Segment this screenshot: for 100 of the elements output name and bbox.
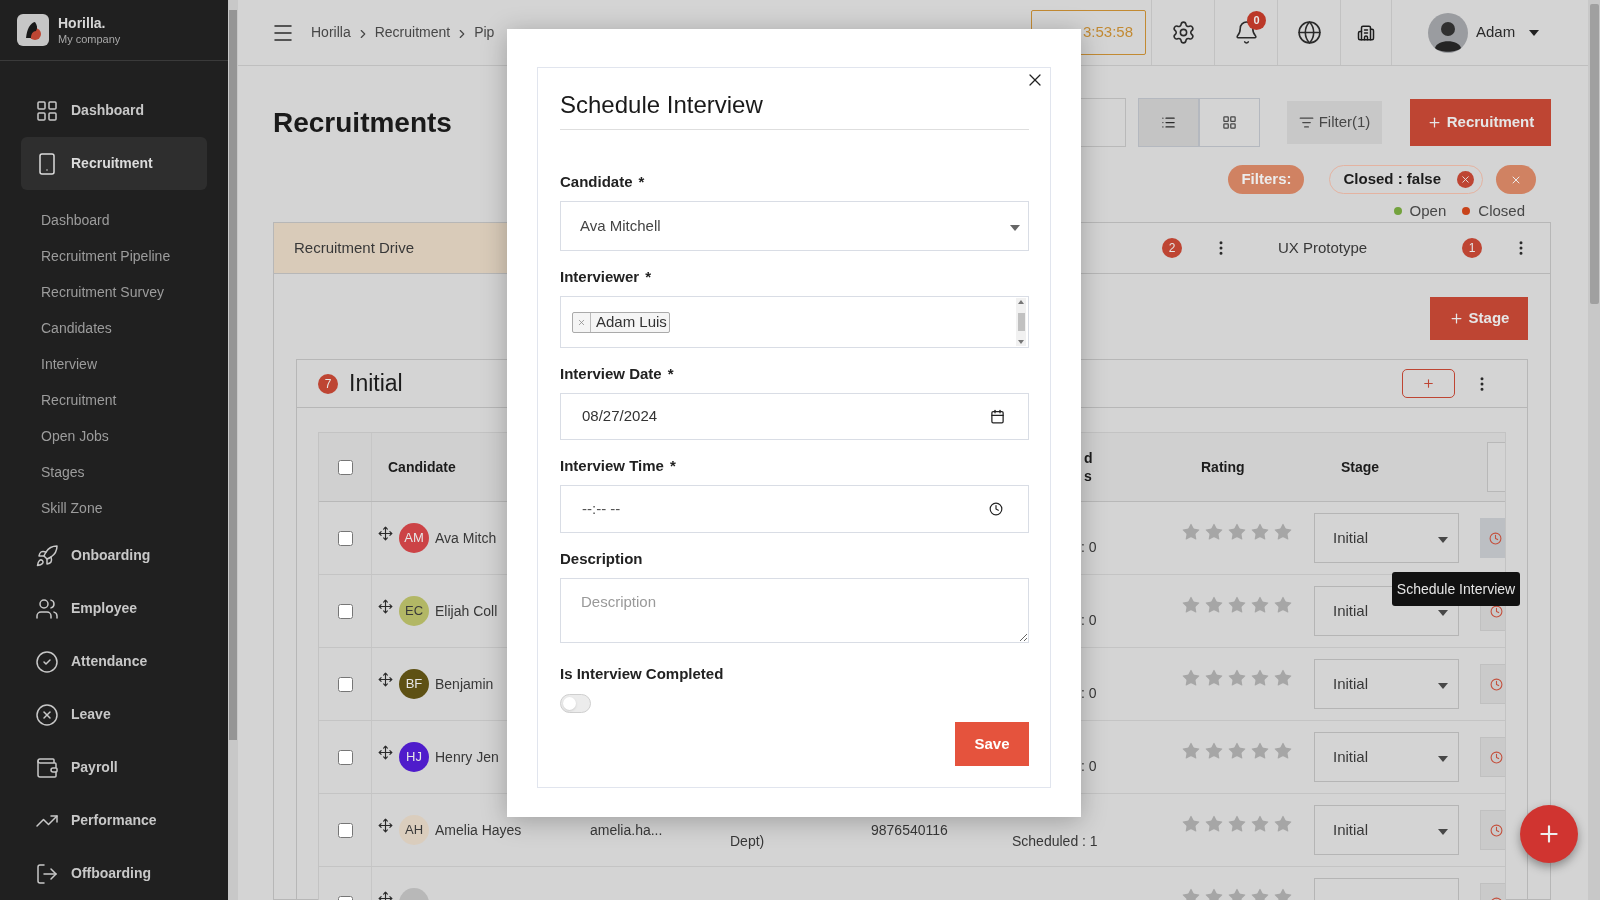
submenu-item[interactable]: Recruitment Pipeline xyxy=(41,245,171,267)
row-checkbox[interactable] xyxy=(337,530,353,546)
drag-handle-icon[interactable] xyxy=(378,817,393,833)
toggle-switch[interactable] xyxy=(560,694,591,713)
filter-button[interactable]: Filter(1) xyxy=(1287,101,1382,144)
drag-handle-icon[interactable] xyxy=(378,744,393,760)
star-icon[interactable] xyxy=(1227,741,1247,761)
star-icon[interactable] xyxy=(1204,668,1224,688)
star-icon[interactable] xyxy=(1273,668,1293,688)
drag-handle-icon[interactable] xyxy=(378,598,393,614)
scrollbar[interactable] xyxy=(228,0,238,900)
star-icon[interactable] xyxy=(1273,814,1293,834)
submenu-item[interactable]: Dashboard xyxy=(41,209,110,231)
star-icon[interactable] xyxy=(1181,814,1201,834)
star-icon[interactable] xyxy=(1181,522,1201,542)
submenu-item[interactable]: Interview xyxy=(41,353,98,375)
breadcrumb-link[interactable]: Pip xyxy=(474,22,495,43)
clock-icon[interactable] xyxy=(989,502,1003,516)
stage-select[interactable]: Initial xyxy=(1314,513,1459,563)
interviewer-chip[interactable]: Adam Luis xyxy=(572,311,670,333)
star-rating[interactable] xyxy=(1181,595,1293,615)
remove-filter-icon[interactable] xyxy=(1457,171,1474,188)
star-icon[interactable] xyxy=(1273,595,1293,615)
filter-chip[interactable]: Closed : false xyxy=(1329,165,1483,194)
interviewer-select[interactable]: Adam Luis xyxy=(560,296,1029,348)
add-recruitment-button[interactable]: Recruitment xyxy=(1410,99,1551,146)
user-name[interactable]: Adam xyxy=(1476,21,1516,44)
add-button[interactable] xyxy=(1402,369,1455,398)
star-rating[interactable] xyxy=(1181,741,1293,761)
star-rating[interactable] xyxy=(1181,522,1293,542)
breadcrumb-link[interactable]: Horilla xyxy=(311,22,351,43)
star-icon[interactable] xyxy=(1250,668,1270,688)
star-icon[interactable] xyxy=(1181,668,1201,688)
submenu-item[interactable]: Candidates xyxy=(41,317,112,339)
drag-handle-icon[interactable] xyxy=(378,671,393,687)
sidebar-item[interactable]: Attendance xyxy=(21,635,207,688)
star-icon[interactable] xyxy=(1273,741,1293,761)
clear-filters-button[interactable] xyxy=(1496,165,1536,194)
sidebar-item[interactable]: Leave xyxy=(21,688,207,741)
star-icon[interactable] xyxy=(1250,814,1270,834)
submenu-item[interactable]: Open Jobs xyxy=(41,425,109,447)
star-icon[interactable] xyxy=(1227,595,1247,615)
field-label: Description xyxy=(560,549,644,569)
sidebar-item[interactable]: Offboarding xyxy=(21,847,207,900)
avatar[interactable] xyxy=(1428,12,1468,53)
candidate-select[interactable]: Ava Mitchell xyxy=(560,201,1029,251)
star-icon[interactable] xyxy=(1204,741,1224,761)
scrollbar[interactable] xyxy=(1588,0,1600,900)
select-all-checkbox[interactable] xyxy=(337,459,353,475)
star-icon[interactable] xyxy=(1273,522,1293,542)
star-icon[interactable] xyxy=(1181,741,1201,761)
date-field[interactable]: 08/27/2024 xyxy=(560,393,1029,440)
submenu-item[interactable]: Stages xyxy=(41,461,85,483)
description-field[interactable]: Description xyxy=(560,578,1029,643)
submenu-item[interactable]: Skill Zone xyxy=(41,497,103,519)
row-checkbox[interactable] xyxy=(337,822,353,838)
settings-icon[interactable] xyxy=(1170,20,1196,45)
plus-icon xyxy=(1448,311,1464,326)
save-button[interactable]: Save xyxy=(955,722,1029,766)
sidebar-item[interactable]: Dashboard xyxy=(21,84,207,137)
add-stage-button[interactable]: Stage xyxy=(1430,297,1528,340)
row-checkbox[interactable] xyxy=(337,676,353,692)
breadcrumb-link[interactable]: Recruitment xyxy=(374,22,451,43)
remove-icon[interactable] xyxy=(577,317,586,327)
star-icon[interactable] xyxy=(1227,814,1247,834)
star-rating[interactable] xyxy=(1181,814,1293,834)
star-icon[interactable] xyxy=(1250,741,1270,761)
sidebar-item[interactable]: Performance xyxy=(21,794,207,847)
scrollbar[interactable] xyxy=(1016,298,1026,346)
stage-select[interactable]: Initial xyxy=(1314,732,1459,782)
sidebar-item[interactable]: Payroll xyxy=(21,741,207,794)
star-icon[interactable] xyxy=(1227,668,1247,688)
sidebar-item[interactable]: Onboarding xyxy=(21,529,207,582)
field-label: Is Interview Completed xyxy=(560,664,725,684)
view-toggle[interactable] xyxy=(1199,98,1260,147)
calendar-icon[interactable] xyxy=(990,409,1005,424)
star-icon[interactable] xyxy=(1250,595,1270,615)
row-checkbox[interactable] xyxy=(337,749,353,765)
stage-select[interactable]: Initial xyxy=(1314,659,1459,709)
star-icon[interactable] xyxy=(1181,595,1201,615)
star-rating[interactable] xyxy=(1181,668,1293,688)
sidebar-item[interactable]: Recruitment xyxy=(21,137,207,190)
candidate-avatar: EC xyxy=(399,596,429,626)
star-icon[interactable] xyxy=(1227,522,1247,542)
sidebar-item[interactable]: Employee xyxy=(21,582,207,635)
star-icon[interactable] xyxy=(1204,522,1224,542)
stage-select[interactable]: Initial xyxy=(1314,805,1459,855)
star-icon[interactable] xyxy=(1204,814,1224,834)
star-icon[interactable] xyxy=(1204,595,1224,615)
candidate-name: Ava Mitch xyxy=(435,528,497,548)
row-checkbox[interactable] xyxy=(337,603,353,619)
submenu-item[interactable]: Recruitment xyxy=(41,389,117,411)
drag-handle-icon[interactable] xyxy=(378,525,393,541)
time-field[interactable]: --:-- -- xyxy=(560,485,1029,533)
building-icon[interactable] xyxy=(1357,23,1375,42)
view-toggle[interactable] xyxy=(1138,98,1199,147)
page-title: Recruitments xyxy=(273,105,452,140)
submenu-item[interactable]: Recruitment Survey xyxy=(41,281,164,303)
star-icon[interactable] xyxy=(1250,522,1270,542)
globe-icon[interactable] xyxy=(1296,20,1322,45)
